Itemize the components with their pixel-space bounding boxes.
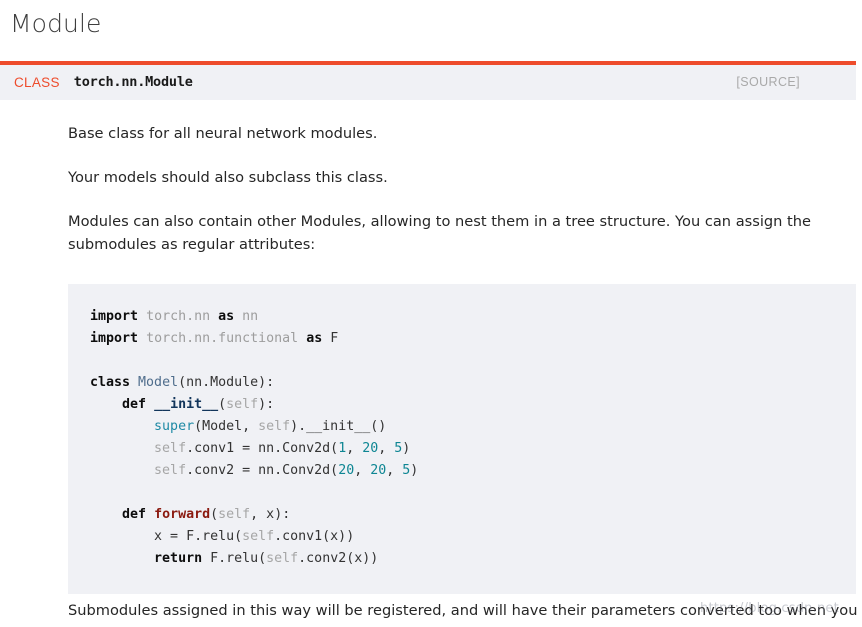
code-token: ( (218, 396, 227, 412)
code-token: __init__ (154, 396, 219, 412)
code-token: , (346, 440, 363, 456)
code-token: 20 (362, 440, 379, 456)
code-token: return (154, 550, 203, 566)
code-token: 20 (338, 462, 355, 478)
code-token: 20 (370, 462, 387, 478)
description-paragraph-1: Base class for all neural network module… (68, 124, 378, 142)
code-token: self (154, 440, 187, 456)
code-token: import (90, 330, 139, 346)
code-token: self (242, 528, 275, 544)
code-token: self (154, 462, 187, 478)
code-token: self (258, 418, 291, 434)
code-token: F (330, 330, 339, 346)
code-token: self (218, 506, 251, 522)
code-token: (Model, (194, 418, 259, 434)
code-token: , (386, 462, 403, 478)
code-token: .conv1(x)) (274, 528, 355, 544)
code-token: import (90, 308, 139, 324)
code-token: 1 (338, 440, 347, 456)
class-qualified-name: torch.nn.Module (73, 74, 193, 90)
code-token: torch.nn (146, 308, 211, 324)
code-token: .conv2(x)) (298, 550, 379, 566)
code-token: ) (410, 462, 419, 478)
python-code-example[interactable]: import torch.nn as nn import torch.nn.fu… (68, 283, 856, 594)
code-token: .conv2 = nn.Conv2d( (186, 462, 339, 478)
code-token: nn (242, 308, 259, 324)
description-paragraph-2: Your models should also subclass this cl… (68, 168, 388, 186)
description-paragraph-3: Modules can also contain other Modules, … (68, 212, 811, 253)
code-token: , (354, 462, 371, 478)
code-token: ).__init__() (290, 418, 387, 434)
code-token: super (154, 418, 195, 434)
code-token: def (122, 396, 147, 412)
code-token: ) (402, 440, 411, 456)
code-token: , x): (250, 506, 291, 522)
code-token: class (90, 374, 131, 390)
code-token: as (218, 308, 235, 324)
source-link[interactable]: [SOURCE] (736, 75, 800, 89)
code-token: , (378, 440, 395, 456)
code-token: Model (138, 374, 179, 390)
code-token: ): (258, 396, 275, 412)
class-signature-bar: CLASS torch.nn.Module [SOURCE] (0, 64, 856, 100)
code-token: self (266, 550, 299, 566)
code-token: forward (154, 506, 211, 522)
code-token: x = F.relu( (90, 528, 243, 544)
code-token: ( (210, 506, 219, 522)
page-title: Module (10, 9, 102, 38)
code-token: torch.nn.functional (146, 330, 299, 346)
doc-content: Base class for all neural network module… (0, 122, 862, 594)
trailing-paragraph: Submodules assigned in this way will be … (68, 602, 862, 619)
class-keyword-label: CLASS (14, 74, 60, 90)
code-token: as (306, 330, 323, 346)
code-token: .conv1 = nn.Conv2d( (186, 440, 339, 456)
code-token: F.relu( (202, 550, 267, 566)
code-token: def (122, 506, 147, 522)
class-signature-block: CLASS torch.nn.Module [SOURCE] (0, 60, 856, 100)
code-token: self (226, 396, 259, 412)
code-token: (nn.Module): (178, 374, 275, 390)
